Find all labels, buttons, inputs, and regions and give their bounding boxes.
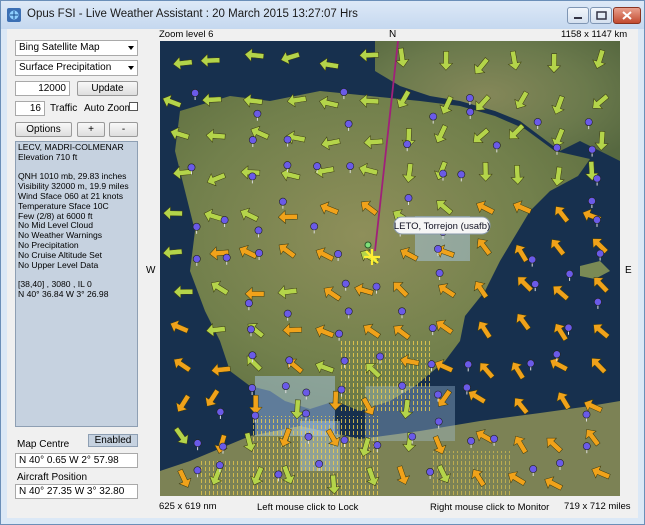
maximize-icon <box>596 11 607 20</box>
info-line: No Upper Level Data <box>18 259 99 270</box>
window-title: Opus FSI - Live Weather Assistant : 20 M… <box>27 8 358 20</box>
rain-area <box>340 341 430 411</box>
close-icon <box>622 11 632 20</box>
map-type-value: Bing Satellite Map <box>19 42 100 53</box>
map-canvas[interactable]: LETO, Torrejon (usafb) <box>160 41 620 496</box>
title-bar[interactable]: Opus FSI - Live Weather Assistant : 20 M… <box>1 1 644 29</box>
info-line: N 40° 36.84 W 3° 26.98 <box>18 288 109 299</box>
right-click-hint: Right mouse click to Monitor <box>430 502 550 513</box>
info-line: Elevation 710 ft <box>18 151 78 162</box>
zoom-level-label: Zoom level 6 <box>159 29 214 40</box>
rain-area <box>200 461 260 496</box>
compass-west: W <box>146 265 156 276</box>
zoom-in-button[interactable]: + <box>77 122 105 137</box>
map-size-nm: 625 x 619 nm <box>159 501 217 512</box>
aircraft-position-field: N 40° 27.35 W 3° 32.80 <box>15 484 138 499</box>
tooltip-text: LETO, Torrejon (usafb) <box>394 221 490 232</box>
chevron-down-icon <box>128 66 134 70</box>
traffic-label: Traffic <box>50 103 78 114</box>
station-info-panel: LECV, MADRI-COLMENAR Elevation 710 ft QNH … <box>15 141 138 427</box>
overlay-select[interactable]: Surface Precipitation <box>15 60 138 76</box>
auto-zoom-label: Auto Zoom <box>84 103 133 114</box>
map-centre-field: N 40° 0.65 W 2° 57.98 <box>15 453 138 468</box>
app-window: Opus FSI - Live Weather Assistant : 20 M… <box>0 0 645 525</box>
options-button[interactable]: Options <box>15 122 72 137</box>
altitude-input[interactable]: 12000 <box>15 81 70 96</box>
compass-east: E <box>625 265 632 276</box>
close-button[interactable] <box>613 7 641 24</box>
auto-zoom-checkbox[interactable] <box>129 102 138 111</box>
chevron-down-icon <box>128 46 134 50</box>
weather-map[interactable]: LETO, Torrejon (usafb) <box>160 41 620 496</box>
client-area: Bing Satellite Map Surface Precipitation… <box>7 29 638 518</box>
map-size-miles: 719 x 712 miles <box>564 501 631 512</box>
update-button[interactable]: Update <box>77 81 138 96</box>
map-size-km: 1158 x 1147 km <box>561 29 628 40</box>
compass-north: N <box>389 29 397 40</box>
minimize-button[interactable] <box>567 7 589 24</box>
zoom-out-button[interactable]: - <box>109 122 138 137</box>
minimize-icon <box>574 17 582 19</box>
app-icon <box>7 8 21 22</box>
enabled-badge[interactable]: Enabled <box>88 434 138 447</box>
maximize-button[interactable] <box>590 7 612 24</box>
rain-area <box>250 416 380 496</box>
map-centre-label: Map Centre <box>17 439 70 450</box>
map-type-select[interactable]: Bing Satellite Map <box>15 40 138 56</box>
overlay-value: Surface Precipitation <box>19 62 112 73</box>
left-click-hint: Left mouse click to Lock <box>257 502 359 513</box>
traffic-input[interactable]: 16 <box>15 101 45 116</box>
aircraft-position-label: Aircraft Position <box>17 472 88 483</box>
station-tooltip: LETO, Torrejon (usafb) <box>393 216 491 235</box>
